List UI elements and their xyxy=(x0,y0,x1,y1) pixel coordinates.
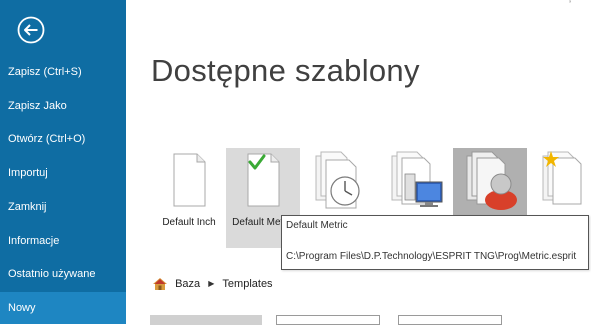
sidebar-item-save[interactable]: Zapisz (Ctrl+S) xyxy=(0,56,126,88)
folder-tile[interactable] xyxy=(276,315,380,325)
sidebar-item-recent[interactable]: Ostatnio używane xyxy=(0,258,126,290)
breadcrumb-current[interactable]: Templates xyxy=(222,276,272,292)
sidebar-item-info[interactable]: Informacje xyxy=(0,225,126,257)
sidebar-item-new[interactable]: Nowy xyxy=(0,292,126,324)
document-clock-icon xyxy=(315,151,360,209)
sidebar-item-import[interactable]: Importuj xyxy=(0,157,126,189)
template-label: Default Inch xyxy=(162,217,216,228)
document-user-icon xyxy=(466,151,517,210)
template-tooltip: Default Metric C:\Program Files\D.P.Tech… xyxy=(281,215,589,270)
window-edge-mark-icon: ’ xyxy=(569,0,571,9)
breadcrumb-root[interactable]: Baza xyxy=(175,276,200,292)
arrow-left-circle-icon xyxy=(17,16,45,44)
chevron-right-icon: ▶ xyxy=(208,279,215,289)
breadcrumb: Baza ▶ Templates xyxy=(153,276,273,292)
tooltip-title: Default Metric xyxy=(286,220,348,231)
tooltip-path: C:\Program Files\D.P.Technology\ESPRIT T… xyxy=(286,251,577,262)
document-computer-icon xyxy=(391,151,443,207)
sidebar-item-save-as[interactable]: Zapisz Jako xyxy=(0,90,126,122)
page-title: Dostępne szablony xyxy=(151,53,420,88)
sidebar-item-open[interactable]: Otwórz (Ctrl+O) xyxy=(0,123,126,155)
sidebar-item-close[interactable]: Zamknij xyxy=(0,191,126,223)
blank-document-icon xyxy=(173,153,206,207)
folder-tile[interactable] xyxy=(150,315,262,325)
back-button[interactable] xyxy=(17,16,45,44)
home-icon xyxy=(153,278,167,291)
template-default-inch[interactable]: Default Inch xyxy=(152,148,226,248)
sidebar: Zapisz (Ctrl+S) Zapisz Jako Otwórz (Ctrl… xyxy=(0,0,126,324)
document-sparkle-icon xyxy=(542,151,582,205)
folder-tile[interactable] xyxy=(398,315,502,325)
document-checkmark-icon xyxy=(247,153,280,207)
